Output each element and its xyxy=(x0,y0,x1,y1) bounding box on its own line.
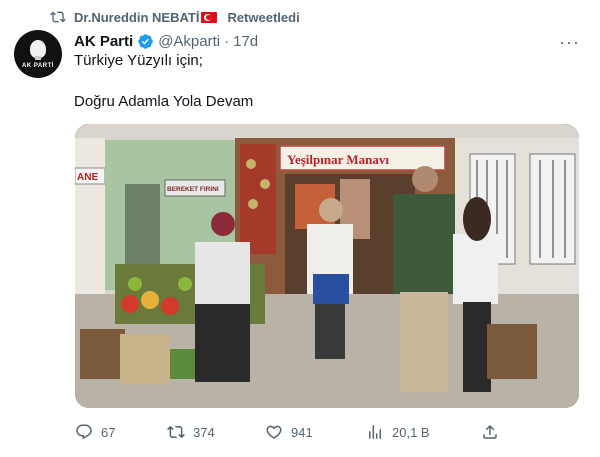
retweet-count: 374 xyxy=(193,424,215,440)
avatar[interactable]: AK PARTİ xyxy=(14,30,62,78)
views-button[interactable]: 20,1 B xyxy=(366,418,430,446)
retweet-icon xyxy=(167,425,185,439)
like-count: 941 xyxy=(291,424,313,440)
retweet-button[interactable]: 374 xyxy=(167,418,215,446)
tweet-actions-bar: 67 374 941 20,1 B xyxy=(72,418,502,446)
tweet-text-line-1: Türkiye Yüzyılı için; xyxy=(74,52,203,69)
video-frame: ANE BEREKET FIRINI Yeşilpınar Manavı xyxy=(75,124,579,408)
tweet-text-line-2: Doğru Adamla Yola Devam xyxy=(74,93,254,110)
more-options-icon[interactable]: ··· xyxy=(559,32,580,53)
retweeter-name[interactable]: Dr.Nureddin NEBATİ xyxy=(74,10,199,25)
reply-button[interactable]: 67 xyxy=(75,418,115,446)
views-count: 20,1 B xyxy=(392,424,430,440)
verified-badge-icon xyxy=(138,33,153,49)
edge-sign-text: ANE xyxy=(77,172,98,183)
tweet-header: AK Parti @Akparti · 17d xyxy=(74,31,258,51)
reply-icon xyxy=(76,424,92,440)
share-icon xyxy=(483,424,497,439)
views-chart-icon xyxy=(369,425,381,439)
like-button[interactable]: 941 xyxy=(265,418,313,446)
reply-count: 67 xyxy=(101,424,116,440)
bakery-sign-text: BEREKET FIRINI xyxy=(167,186,219,193)
retweet-label: Retweetledi xyxy=(227,9,300,25)
share-button[interactable] xyxy=(481,418,499,446)
separator-dot: · xyxy=(224,32,230,50)
author-handle[interactable]: @Akparti xyxy=(158,33,220,50)
author-name[interactable]: AK Parti xyxy=(74,33,133,50)
retweet-icon xyxy=(50,11,66,23)
shop-sign-text: Yeşilpınar Manavı xyxy=(287,152,389,167)
tweet-timestamp[interactable]: 17d xyxy=(233,33,258,50)
avatar-logo-text: AK PARTİ xyxy=(22,62,54,69)
retweet-context: Dr.Nureddin NEBATİ Retweetledi xyxy=(50,8,300,26)
tweet-video-media[interactable]: ANE BEREKET FIRINI Yeşilpınar Manavı xyxy=(75,124,579,408)
turkey-flag-icon xyxy=(201,11,218,23)
heart-icon xyxy=(266,425,282,439)
lightbulb-logo-icon xyxy=(30,39,46,60)
